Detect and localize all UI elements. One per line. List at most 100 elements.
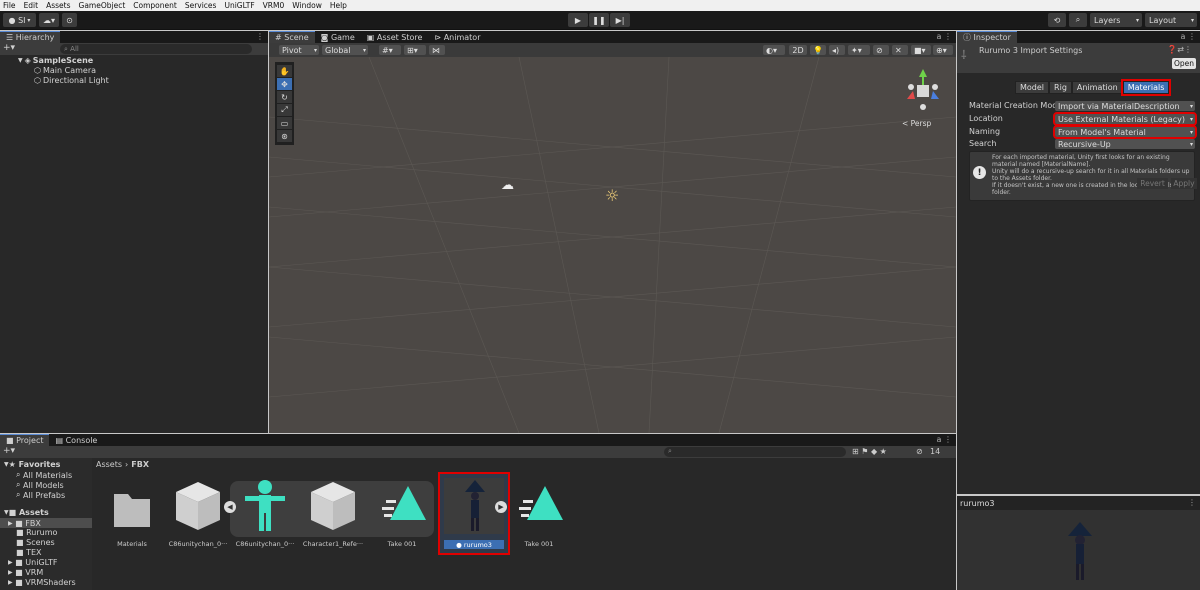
apply-button[interactable]: Apply	[1171, 178, 1197, 189]
menu-vrm0[interactable]: VRM0	[263, 1, 285, 10]
scale-tool[interactable]: ⤢	[277, 104, 292, 116]
lock-icon[interactable]: a ⋮	[937, 32, 952, 41]
visibility-icon[interactable]: ⊘	[916, 447, 923, 456]
tree-folder-fbx[interactable]: ▶ ■ FBX	[0, 518, 92, 528]
expand-arrow-icon[interactable]: ▶	[495, 501, 507, 513]
draw-mode-button[interactable]: ◐▾	[763, 45, 785, 55]
location-dropdown[interactable]: Use External Materials (Legacy) ▾	[1053, 112, 1197, 126]
account-button[interactable]: ● SI ▾	[3, 13, 36, 27]
2d-toggle[interactable]: 2D	[789, 45, 807, 55]
favorite-item[interactable]: ⌕ All Models	[16, 480, 64, 490]
more-options-icon[interactable]: ⋮	[1188, 498, 1196, 507]
orientation-gizmo[interactable]	[901, 69, 945, 113]
material-creation-mode-dropdown[interactable]: Import via MaterialDescription ▾	[1055, 101, 1195, 111]
lock-icon[interactable]: ⋮	[256, 32, 264, 41]
menu-help[interactable]: Help	[330, 1, 347, 10]
tree-folder[interactable]: ▶ ■ UniGLTF	[8, 558, 57, 567]
breadcrumb-item[interactable]: FBX	[131, 460, 149, 469]
help-icon[interactable]: ❓⇄⋮	[1167, 45, 1192, 54]
asset-item[interactable]: C86unitychan_0···	[234, 478, 296, 558]
tab-inspector[interactable]: ⓘ Inspector	[957, 31, 1017, 43]
tab-asset-store[interactable]: ▣ Asset Store	[361, 31, 429, 43]
lock-icon[interactable]: a ⋮	[937, 435, 952, 444]
tab-rig[interactable]: Rig	[1049, 81, 1072, 94]
favorite-item[interactable]: ⌕ All Prefabs	[16, 490, 65, 500]
lock-icon[interactable]: a ⋮	[1181, 32, 1196, 41]
layers-dropdown[interactable]: Layers ▾	[1090, 13, 1142, 27]
naming-dropdown[interactable]: From Model's Material ▾	[1053, 125, 1197, 139]
model-preview-figure[interactable]	[1062, 522, 1098, 582]
tree-folder[interactable]: ■ Scenes	[16, 538, 55, 547]
assets-root[interactable]: ▼ ■ Assets	[4, 508, 49, 517]
tree-folder[interactable]: ■ TEX	[16, 548, 42, 557]
tree-folder[interactable]: ▶ ■ VRM	[8, 568, 43, 577]
create-button[interactable]: +▾	[3, 446, 15, 456]
search-button[interactable]: ⌕	[1069, 13, 1087, 27]
hand-tool[interactable]: ✋	[277, 65, 292, 77]
hidden-objects-toggle[interactable]: ⊘	[873, 45, 889, 55]
step-button[interactable]: ▶|	[610, 13, 630, 27]
menu-file[interactable]: File	[3, 1, 16, 10]
search-dropdown[interactable]: Recursive-Up ▾	[1055, 139, 1195, 149]
cloud-button[interactable]: ☁▾	[39, 13, 59, 27]
lighting-toggle[interactable]: 💡	[810, 45, 826, 55]
grid-snap-button[interactable]: #▾	[379, 45, 401, 55]
asset-item[interactable]: Take 001	[371, 478, 433, 558]
menu-assets[interactable]: Assets	[46, 1, 70, 10]
tools-toggle[interactable]: ✕	[892, 45, 908, 55]
history-button[interactable]: ⟲	[1048, 13, 1066, 27]
menu-gameobject[interactable]: GameObject	[79, 1, 126, 10]
audio-toggle[interactable]: ◂)	[829, 45, 845, 55]
perspective-label[interactable]: < Persp	[902, 119, 931, 128]
pause-button[interactable]: ❚❚	[589, 13, 609, 27]
asset-item-selected[interactable]: ● rurumo3	[438, 472, 510, 555]
hierarchy-item[interactable]: ⬡ Main Camera	[34, 66, 96, 75]
hierarchy-search-input[interactable]: ⌕ All	[60, 44, 252, 54]
tree-folder[interactable]: ■ Rurumo	[16, 528, 57, 537]
tab-animator[interactable]: ⊳ Animator	[428, 31, 486, 43]
asset-item[interactable]: Character1_Refe···	[302, 478, 364, 558]
tab-game[interactable]: ◙ Game	[315, 31, 361, 43]
scene-root[interactable]: ▼ ◈ SampleScene	[18, 56, 93, 65]
transform-tool[interactable]: ⊛	[277, 130, 292, 142]
favorites-header[interactable]: ▼ ★ Favorites	[4, 460, 60, 469]
menu-component[interactable]: Component	[133, 1, 177, 10]
align-button[interactable]: ⋈	[429, 45, 445, 55]
menu-unigltf[interactable]: UniGLTF	[224, 1, 254, 10]
snap-increment-button[interactable]: ⊞▾	[404, 45, 426, 55]
pivot-dropdown[interactable]: Pivot ▾	[279, 45, 319, 55]
asset-item[interactable]: Materials	[101, 478, 163, 558]
create-button[interactable]: +▾	[3, 43, 15, 53]
camera-button[interactable]: ■▾	[911, 45, 931, 55]
tab-project[interactable]: ■ Project	[0, 434, 50, 446]
revert-button[interactable]: Revert	[1137, 178, 1168, 189]
rect-tool[interactable]: ▭	[277, 117, 292, 129]
expand-arrow-icon[interactable]: ▼	[18, 57, 23, 64]
tree-folder[interactable]: ▶ ■ VRMShaders	[8, 578, 76, 587]
favorite-item[interactable]: ⌕ All Materials	[16, 470, 72, 480]
menu-edit[interactable]: Edit	[24, 1, 39, 10]
tab-animation[interactable]: Animation	[1071, 81, 1123, 94]
camera-gizmo-icon[interactable]: ☁	[501, 178, 514, 193]
collab-button[interactable]: ⊙	[62, 13, 77, 27]
tab-model[interactable]: Model	[1015, 81, 1050, 94]
asset-item[interactable]: C86unitychan_0···	[167, 478, 229, 558]
menu-services[interactable]: Services	[185, 1, 217, 10]
menu-window[interactable]: Window	[292, 1, 322, 10]
tab-hierarchy[interactable]: ☰ Hierarchy	[0, 31, 61, 43]
project-search-input[interactable]: ⌕	[664, 447, 846, 457]
filter-icons[interactable]: ⊞ ⚑ ◆ ★	[852, 447, 887, 456]
gizmos-button[interactable]: ⊕▾	[933, 45, 953, 55]
open-button[interactable]: Open	[1172, 58, 1196, 69]
effects-button[interactable]: ✦▾	[848, 45, 870, 55]
tab-console[interactable]: ▤ Console	[49, 434, 103, 446]
scene-grid[interactable]	[269, 57, 956, 433]
hierarchy-item[interactable]: ⬡ Directional Light	[34, 76, 109, 85]
tab-scene[interactable]: # Scene	[269, 31, 315, 43]
asset-item[interactable]: Take 001	[508, 478, 570, 558]
sun-light-icon[interactable]: ☼	[605, 186, 619, 205]
move-tool[interactable]: ✥	[277, 78, 292, 90]
layout-dropdown[interactable]: Layout ▾	[1145, 13, 1197, 27]
global-dropdown[interactable]: Global ▾	[322, 45, 368, 55]
play-button[interactable]: ▶	[568, 13, 588, 27]
